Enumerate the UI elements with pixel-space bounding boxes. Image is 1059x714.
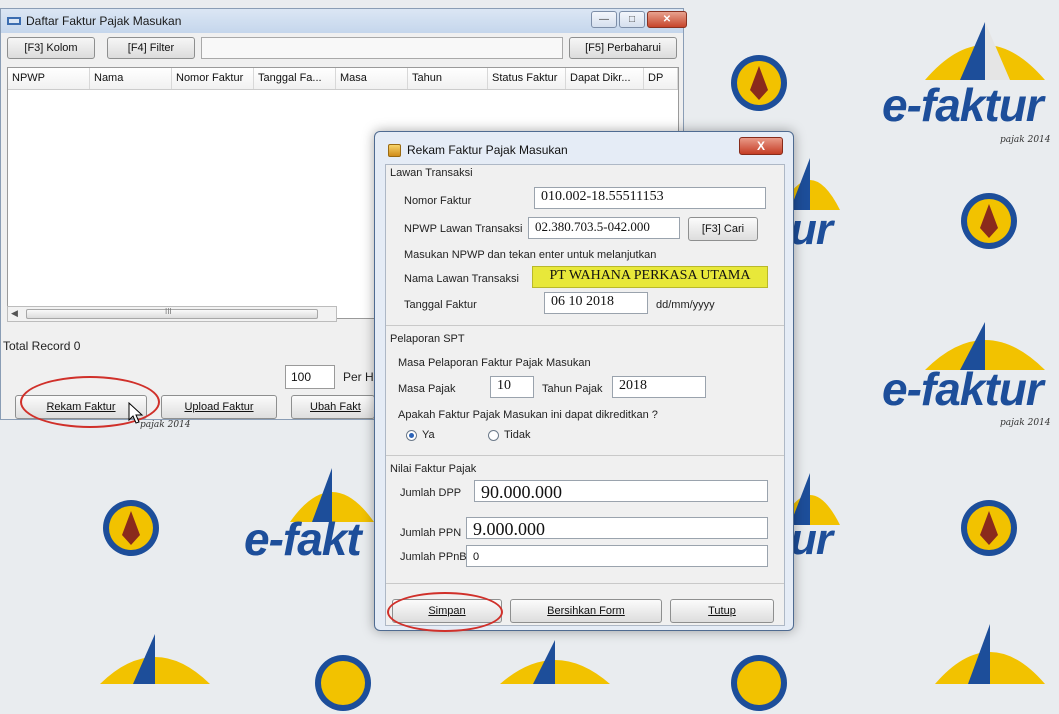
divider [386, 583, 784, 584]
upload-faktur-label: Upload Faktur [184, 401, 254, 413]
column-header[interactable]: Tanggal Fa... [254, 68, 336, 89]
garuda-emblem-icon [315, 655, 371, 711]
umbrella-logo-icon [925, 22, 1045, 80]
per-page-input[interactable]: 100 [285, 365, 335, 389]
scroll-grip: III [165, 307, 172, 316]
maximize-icon[interactable]: □ [619, 11, 645, 28]
tutup-label: Tutup [708, 605, 736, 617]
section-pelaporan-spt: Pelaporan SPT [390, 333, 465, 345]
npwp-field[interactable]: 02.380.703.5-042.000 [528, 217, 680, 239]
divider [386, 325, 784, 326]
window-controls: — □ ✕ [591, 11, 687, 28]
section-lawan-transaksi: Lawan Transaksi [390, 167, 473, 179]
column-header[interactable]: Status Faktur [488, 68, 566, 89]
dialog-title: Rekam Faktur Pajak Masukan [407, 143, 568, 157]
efaktur-logo-text-partial: ur [790, 515, 833, 564]
ubah-faktur-button[interactable]: Ubah Fakt [291, 395, 375, 419]
column-header[interactable]: Nomor Faktur [172, 68, 254, 89]
dialog-body: Lawan Transaksi Nomor Faktur 010.002-18.… [385, 164, 785, 626]
close-icon[interactable]: ✕ [647, 11, 687, 28]
garuda-emblem-icon [961, 193, 1017, 249]
column-header[interactable]: DP [644, 68, 678, 89]
filter-button[interactable]: [F4] Filter [107, 37, 195, 59]
dialog-titlebar[interactable]: Rekam Faktur Pajak Masukan [380, 137, 788, 163]
window-titlebar[interactable]: Daftar Faktur Pajak Masukan [1, 9, 683, 33]
garuda-emblem-icon [961, 500, 1017, 556]
efaktur-logo-text: e-faktur [882, 363, 1044, 415]
divider [386, 455, 784, 456]
scroll-left-icon[interactable]: ◀ [11, 308, 18, 319]
dikreditkan-question: Apakah Faktur Pajak Masukan ini dapat di… [398, 409, 658, 421]
refresh-button[interactable]: [F5] Perbaharui [569, 37, 677, 59]
bersihkan-label: Bersihkan Form [547, 605, 625, 617]
ppnbm-label: Jumlah PPnBM [400, 551, 476, 563]
table-header: NPWP Nama Nomor Faktur Tanggal Fa... Mas… [8, 68, 678, 90]
garuda-emblem-icon [731, 655, 787, 711]
garuda-emblem-icon [731, 55, 787, 111]
umbrella-logo-icon [500, 640, 610, 684]
masa-pajak-label: Masa Pajak [398, 383, 456, 395]
minimize-icon[interactable]: — [591, 11, 617, 28]
efaktur-logo-subtext: pajak 2014 [1000, 135, 1051, 145]
bersihkan-form-button[interactable]: Bersihkan Form [510, 599, 662, 623]
tanggal-format-label: dd/mm/yyyy [656, 299, 715, 311]
tahun-pajak-label: Tahun Pajak [542, 383, 603, 395]
column-header[interactable]: NPWP [8, 68, 90, 89]
radio-tidak-label: Tidak [504, 429, 531, 441]
cari-button[interactable]: [F3] Cari [688, 217, 758, 241]
npwp-label: NPWP Lawan Transaksi [404, 223, 523, 235]
nomor-faktur-label: Nomor Faktur [404, 195, 472, 207]
per-page-label: Per H [343, 370, 374, 384]
ppn-label: Jumlah PPN [400, 527, 462, 539]
upload-faktur-button[interactable]: Upload Faktur [161, 395, 277, 419]
total-record: Total Record 0 [3, 339, 81, 353]
tahun-pajak-field[interactable]: 2018 [612, 376, 706, 398]
column-header[interactable]: Dapat Dikr... [566, 68, 644, 89]
filter-field[interactable] [201, 37, 563, 59]
ppn-field[interactable]: 9.000.000 [466, 517, 768, 539]
efaktur-logo-text-partial: ur [790, 205, 833, 254]
radio-ya[interactable] [406, 430, 417, 441]
npwp-hint: Masukan NPWP dan tekan enter untuk melan… [404, 249, 657, 261]
tutup-button[interactable]: Tutup [670, 599, 774, 623]
mouse-cursor-icon [128, 402, 144, 424]
kolom-button[interactable]: [F3] Kolom [7, 37, 95, 59]
dialog-close-icon[interactable]: X [739, 137, 783, 155]
garuda-emblem-icon [103, 500, 159, 556]
efaktur-logo-text-partial: e-fakt [244, 513, 362, 565]
rekam-faktur-dialog: Rekam Faktur Pajak Masukan X Lawan Trans… [374, 131, 794, 631]
dpp-field[interactable]: 90.000.000 [474, 480, 768, 502]
horizontal-scrollbar[interactable]: ◀ III [7, 306, 337, 322]
umbrella-logo-icon [100, 634, 210, 684]
dialog-app-icon [388, 143, 401, 157]
watermark-text: pajak 2014 [140, 420, 191, 430]
radio-ya-label: Ya [422, 429, 435, 441]
ppnbm-field[interactable]: 0 [466, 545, 768, 567]
dpp-label: Jumlah DPP [400, 487, 462, 499]
tanggal-faktur-label: Tanggal Faktur [404, 299, 477, 311]
window-title: Daftar Faktur Pajak Masukan [26, 14, 182, 28]
efaktur-logo-subtext: pajak 2014 [1000, 418, 1051, 428]
ubah-faktur-label: Ubah Fakt [310, 401, 361, 413]
masa-pelaporan-label: Masa Pelaporan Faktur Pajak Masukan [398, 357, 591, 369]
simpan-highlight-ellipse [387, 592, 503, 632]
nomor-faktur-field[interactable]: 010.002-18.55511153 [534, 187, 766, 209]
efaktur-logo-text: e-faktur [882, 79, 1044, 131]
column-header[interactable]: Nama [90, 68, 172, 89]
column-header[interactable]: Masa [336, 68, 408, 89]
section-nilai-faktur: Nilai Faktur Pajak [390, 463, 477, 475]
column-header[interactable]: Tahun [408, 68, 488, 89]
masa-pajak-field[interactable]: 10 [490, 376, 534, 398]
window-app-icon [7, 17, 21, 25]
toolbar: [F3] Kolom [F4] Filter [F5] Perbaharui [7, 37, 677, 61]
radio-tidak[interactable] [488, 430, 499, 441]
tanggal-faktur-field[interactable]: 06 10 2018 [544, 292, 648, 314]
scroll-thumb[interactable]: III [26, 307, 318, 319]
nama-lawan-label: Nama Lawan Transaksi [404, 273, 519, 285]
nama-lawan-field[interactable]: PT WAHANA PERKASA UTAMA [532, 266, 768, 288]
umbrella-logo-icon [935, 624, 1045, 684]
